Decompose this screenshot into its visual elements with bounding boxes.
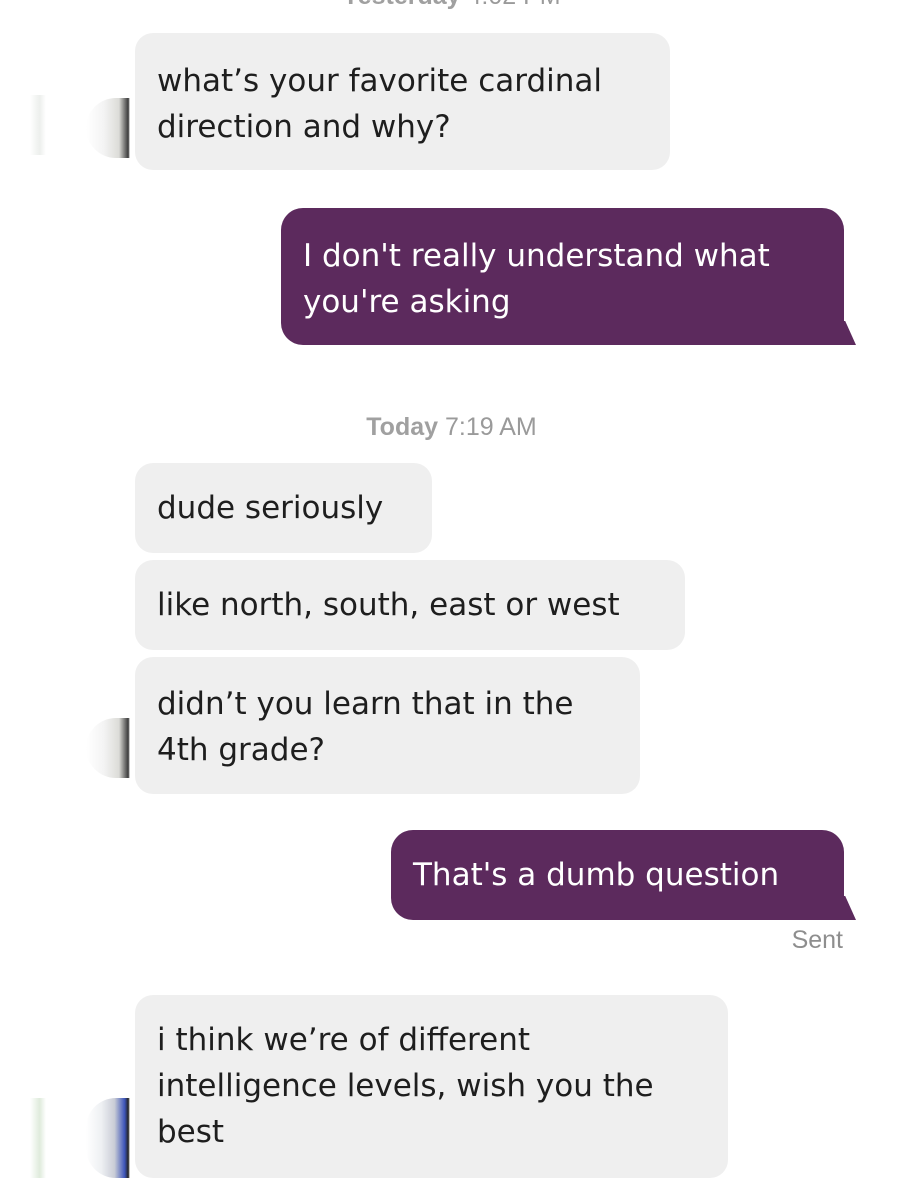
contact-avatar[interactable] [86, 98, 130, 158]
message-incoming[interactable]: didn’t you learn that in the 4th grade? [135, 657, 640, 794]
timestamp-yesterday: Yesterday 4:02 PM [0, 0, 903, 11]
sent-status: Sent [791, 926, 843, 954]
message-text: I don't really understand what you're as… [303, 238, 770, 320]
timestamp-day: Yesterday [342, 0, 460, 10]
message-incoming[interactable]: i think we’re of different intelligence … [135, 995, 728, 1178]
timestamp-time: 7:19 AM [444, 413, 537, 441]
timestamp-today: Today 7:19 AM [0, 413, 903, 442]
photo-edge [30, 1098, 46, 1178]
message-outgoing[interactable]: I don't really understand what you're as… [281, 208, 856, 345]
contact-avatar[interactable] [86, 1098, 130, 1178]
contact-avatar[interactable] [86, 718, 130, 778]
message-incoming[interactable]: like north, south, east or west [135, 560, 685, 650]
message-text: That's a dumb question [413, 857, 780, 893]
timestamp-time: 4:02 PM [467, 0, 560, 10]
message-incoming[interactable]: dude seriously [135, 463, 432, 553]
bubble-tail [832, 321, 856, 345]
message-outgoing[interactable]: That's a dumb question [391, 830, 856, 920]
message-incoming[interactable]: what’s your favorite cardinal direction … [135, 33, 670, 170]
timestamp-day: Today [366, 413, 439, 441]
photo-edge [30, 95, 46, 155]
bubble-tail [832, 896, 856, 920]
